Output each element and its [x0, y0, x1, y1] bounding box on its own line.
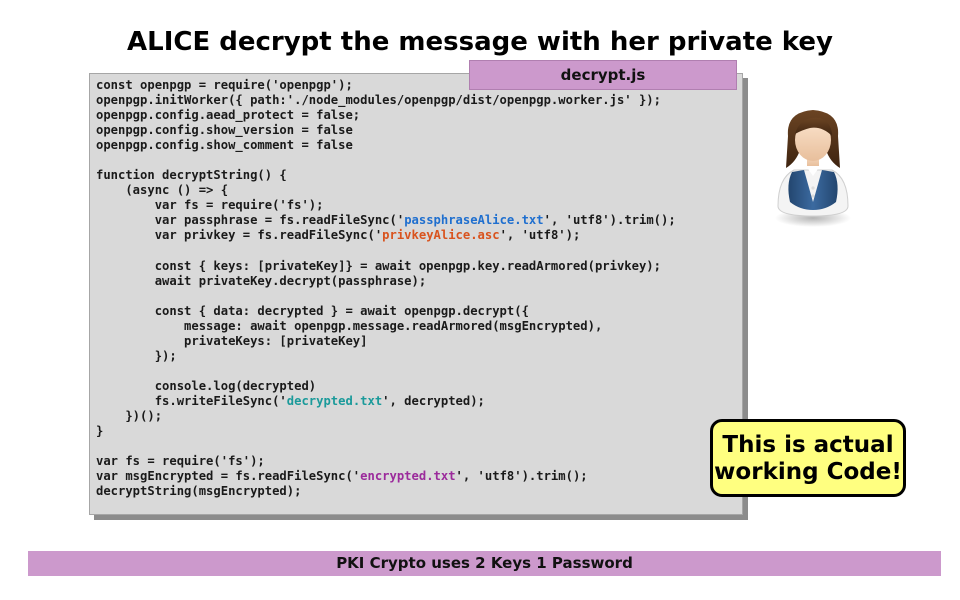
- filename-highlight: decrypted.txt: [286, 393, 383, 408]
- code-line: openpgp.config.show_version = false: [96, 123, 353, 138]
- filename-highlight: privkeyAlice.asc: [382, 228, 500, 243]
- code-line: await privateKey.decrypt(passphrase);: [96, 273, 427, 288]
- code-line: var fs = require('fs');: [96, 198, 324, 213]
- code-line: function decryptString() {: [96, 168, 287, 183]
- code-line: }: [96, 424, 104, 439]
- code-line: var msgEncrypted = fs.readFileSync('encr…: [96, 469, 588, 484]
- user-woman-icon: [770, 106, 856, 230]
- footer-bar: PKI Crypto uses 2 Keys 1 Password: [28, 551, 941, 576]
- code-line: const { keys: [privateKey]} = await open…: [96, 258, 661, 273]
- code-line: openpgp.config.show_comment = false: [96, 138, 353, 153]
- code-line: console.log(decrypted): [96, 378, 317, 393]
- code-line: const { data: decrypted } = await openpg…: [96, 303, 529, 318]
- code-line: });: [96, 348, 177, 363]
- code-line: var fs = require('fs');: [96, 454, 265, 469]
- filename-highlight: encrypted.txt: [360, 469, 456, 484]
- code-block: const openpgp = require('openpgp'); openp…: [96, 78, 676, 499]
- code-line: })();: [96, 409, 163, 424]
- code-line: openpgp.initWorker({ path:'./node_module…: [96, 93, 661, 108]
- filename-tab: decrypt.js: [469, 60, 737, 90]
- slide-title: ALICE decrypt the message with her priva…: [127, 27, 833, 57]
- working-code-callout: This is actual working Code!: [710, 419, 906, 497]
- code-line: openpgp.config.aead_protect = false;: [96, 108, 361, 123]
- code-line: privateKeys: [privateKey]: [96, 333, 368, 348]
- callout-line-1: This is actual: [722, 432, 894, 458]
- code-panel: const openpgp = require('openpgp'); openp…: [89, 73, 743, 515]
- code-line: (async () => {: [96, 183, 229, 198]
- code-line: fs.writeFileSync('decrypted.txt', decryp…: [96, 393, 485, 408]
- filename-highlight: passphraseAlice.txt: [404, 213, 544, 228]
- callout-line-2: working Code!: [714, 459, 902, 485]
- code-line: message: await openpgp.message.readArmor…: [96, 318, 603, 333]
- code-line: decryptString(msgEncrypted);: [96, 484, 302, 499]
- code-line: var privkey = fs.readFileSync('privkeyAl…: [96, 228, 581, 243]
- code-line: var passphrase = fs.readFileSync('passph…: [96, 213, 676, 228]
